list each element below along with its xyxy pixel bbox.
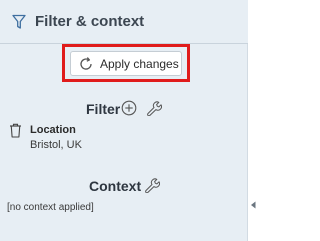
filter-settings-wrench-icon[interactable]	[145, 99, 162, 116]
apply-changes-label: Apply changes	[100, 57, 179, 71]
add-filter-icon[interactable]	[121, 100, 137, 116]
no-context-text: [no context applied]	[7, 202, 94, 213]
panel-title: Filter & context	[35, 13, 145, 30]
filter-item-label: Location	[30, 124, 76, 136]
filter-section-title: Filter	[86, 101, 121, 117]
collapse-panel-arrow-icon[interactable]	[250, 201, 257, 209]
refresh-icon	[78, 56, 94, 72]
filter-context-panel: Filter & context Apply changes Filter Lo…	[0, 0, 248, 241]
apply-changes-button[interactable]: Apply changes	[70, 51, 182, 76]
context-settings-wrench-icon[interactable]	[143, 176, 160, 193]
remove-filter-trash-icon[interactable]	[9, 123, 22, 138]
filter-icon	[12, 14, 26, 30]
filter-item-value: Bristol, UK	[30, 139, 82, 151]
context-section-title: Context	[89, 178, 142, 194]
panel-header: Filter & context	[0, 0, 248, 44]
